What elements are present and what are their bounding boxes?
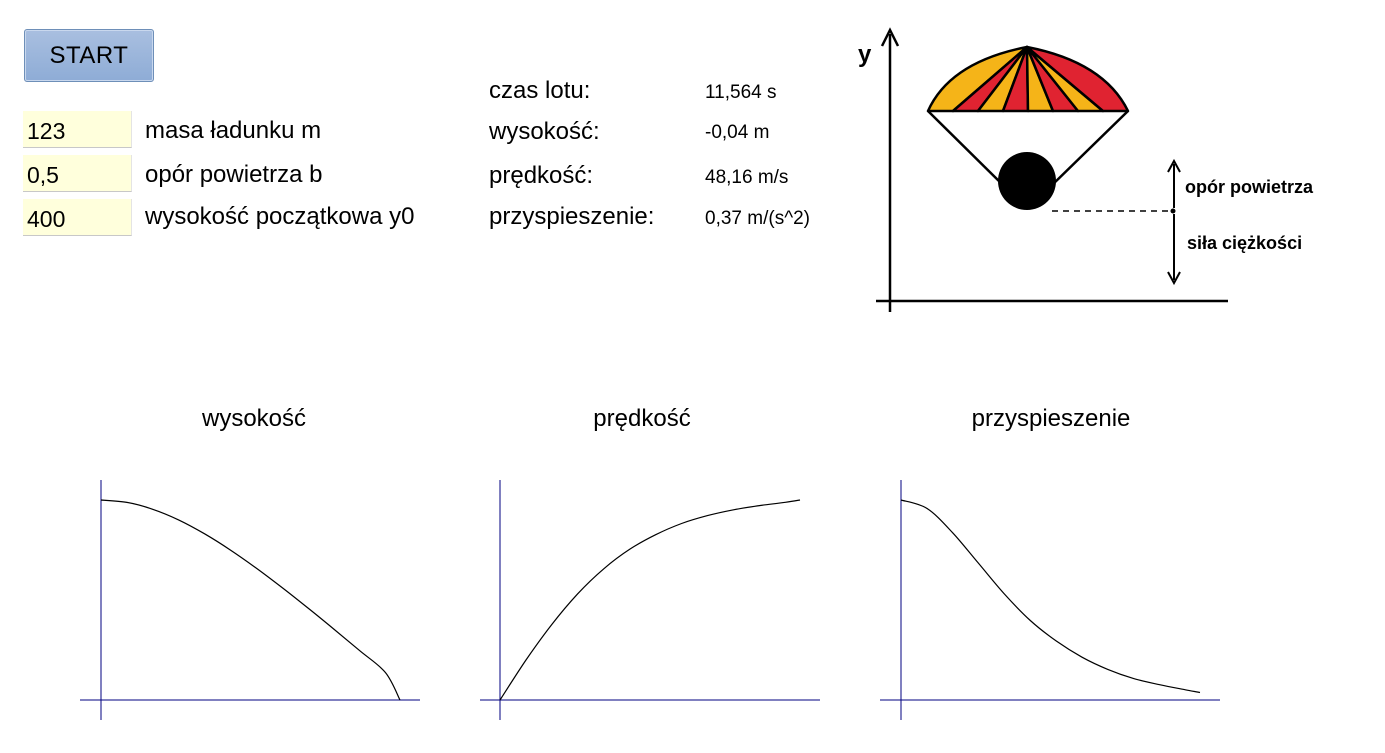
chart-acceleration-series-line <box>900 499 1201 694</box>
chart-velocity-series-line <box>499 499 801 701</box>
charts-area <box>80 480 1220 720</box>
chart-height <box>80 480 420 720</box>
chart-height-series-line <box>100 499 401 701</box>
chart-velocity <box>480 480 820 720</box>
chart-acceleration <box>880 480 1220 720</box>
